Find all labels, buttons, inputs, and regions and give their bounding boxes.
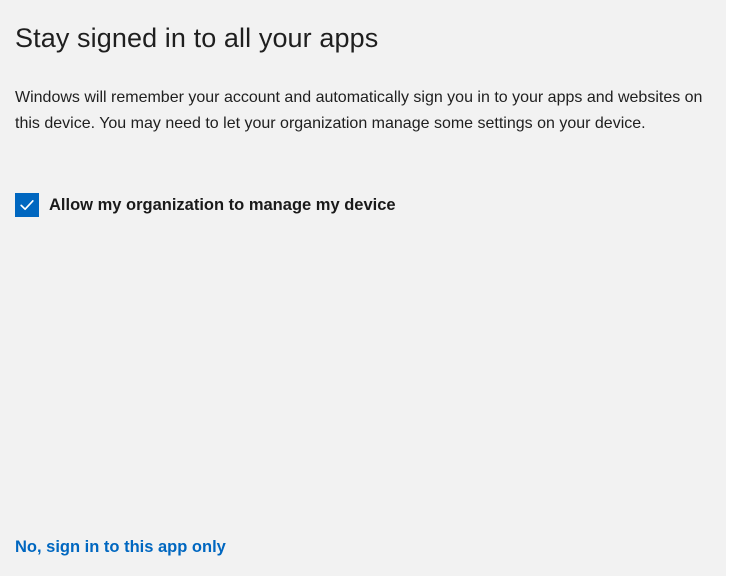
checkmark-icon <box>20 200 34 211</box>
allow-org-manage-checkbox-row[interactable]: Allow my organization to manage my devic… <box>15 192 396 218</box>
dialog-description: Windows will remember your account and a… <box>15 89 703 132</box>
dialog-title: Stay signed in to all your apps <box>15 23 379 53</box>
sign-in-this-app-only-link[interactable]: No, sign in to this app only <box>15 538 226 557</box>
allow-org-manage-checkbox[interactable] <box>15 193 39 217</box>
checkbox-label: Allow my organization to manage my devic… <box>49 195 396 214</box>
sign-in-dialog: Stay signed in to all your apps Windows … <box>0 0 726 576</box>
